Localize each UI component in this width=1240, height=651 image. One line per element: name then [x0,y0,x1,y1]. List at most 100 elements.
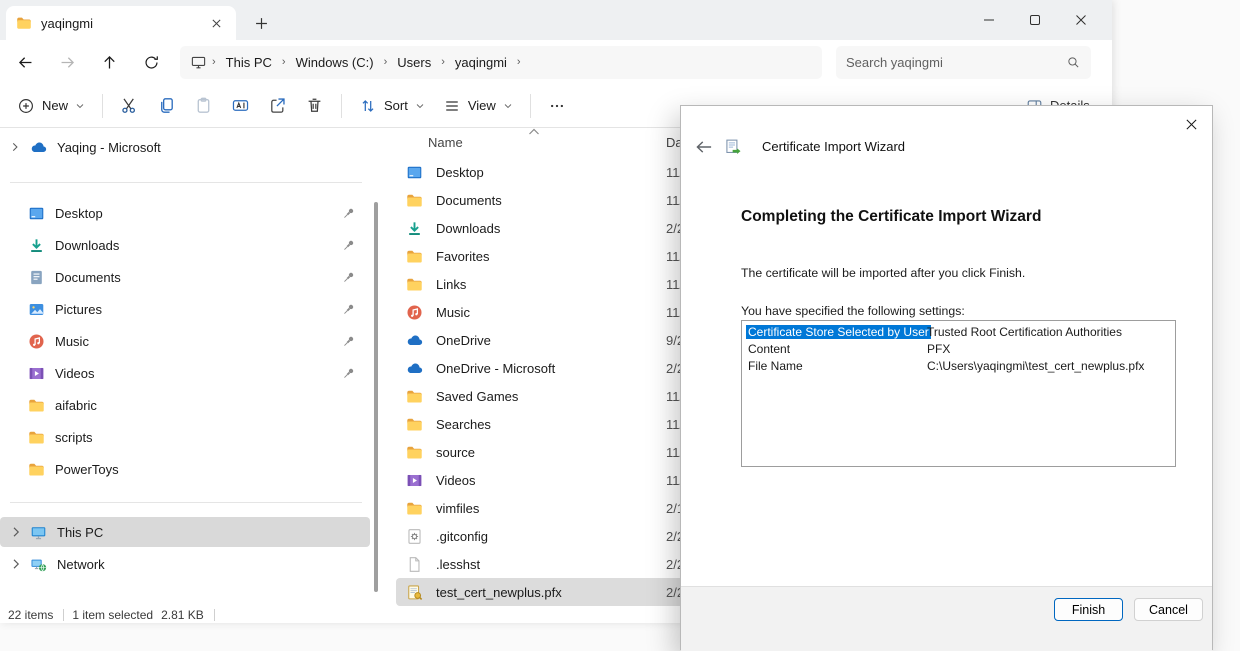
settings-key: Certificate Store Selected by User [746,324,923,341]
tab-yaqingmi[interactable]: yaqingmi [6,6,236,40]
settings-table[interactable]: Certificate Store Selected by UserTruste… [741,320,1176,467]
pin-icon [342,366,356,380]
breadcrumb-segment[interactable]: This PC [219,52,279,73]
finish-button[interactable]: Finish [1054,598,1123,621]
folder-icon [406,248,423,265]
music-icon [28,333,45,350]
pin-icon [342,302,356,316]
file-name: OneDrive [436,333,491,348]
settings-intro-text: You have specified the following setting… [741,304,965,318]
breadcrumb-segment[interactable]: Windows (C:) [289,52,381,73]
sidebar-item-network[interactable]: Network [0,549,370,579]
dialog-back-icon[interactable] [695,139,713,155]
sidebar-item-label: This PC [57,525,103,540]
new-tab-button[interactable] [248,10,274,36]
cancel-button[interactable]: Cancel [1134,598,1203,621]
downloads-icon [406,220,423,237]
sidebar-item-desktop[interactable]: Desktop [0,198,370,228]
settings-row[interactable]: File NameC:\Users\yaqingmi\test_cert_new… [742,358,1175,375]
music-icon [406,304,423,321]
rename-icon[interactable] [222,89,259,123]
sidebar-scrollbar[interactable] [374,202,378,592]
sidebar-item-label: Network [57,557,105,572]
share-icon[interactable] [259,89,296,123]
sidebar-item-scripts[interactable]: scripts [0,422,370,452]
this-pc-icon [30,524,47,541]
breadcrumb-segment[interactable]: Users [390,52,438,73]
settings-key: File Name [746,358,923,375]
column-header-name[interactable]: Name [428,135,463,150]
delete-icon[interactable] [296,89,333,123]
maximize-button[interactable] [1012,0,1058,40]
settings-value: PFX [923,341,950,358]
sort-ascending-icon [528,128,540,136]
settings-row[interactable]: Certificate Store Selected by UserTruste… [742,324,1175,341]
tab-close-icon[interactable] [206,13,226,33]
sidebar-item-powertoys[interactable]: PowerToys [0,454,370,484]
breadcrumb-segment[interactable]: yaqingmi [448,52,514,73]
sidebar-item-onedrive[interactable]: Yaqing - Microsoft [0,132,370,162]
sidebar-item-label: scripts [55,430,93,445]
this-pc-monitor-icon [190,54,207,71]
forward-icon[interactable] [50,45,84,79]
chevron-right-icon[interactable] [8,556,24,572]
file-icon [406,556,423,573]
folder-icon [406,500,423,517]
chevron-right-icon[interactable] [8,140,24,154]
new-button[interactable]: New [8,89,94,123]
cut-icon[interactable] [111,89,148,123]
details-button-fragment[interactable]: Details [1026,98,1104,105]
file-name: Searches [436,417,491,432]
settings-value: Trusted Root Certification Authorities [923,324,1122,341]
breadcrumb-chevron-icon: › [514,56,524,68]
dialog-title: Certificate Import Wizard [762,139,905,154]
file-name: source [436,445,475,460]
file-name: Links [436,277,466,292]
sidebar-item-downloads[interactable]: Downloads [0,230,370,260]
copy-icon[interactable] [148,89,185,123]
search-input[interactable] [846,55,1066,70]
sort-button[interactable]: Sort [350,89,434,123]
onedrive-icon [406,360,423,377]
sidebar-item-label: Yaqing - Microsoft [57,140,161,155]
up-icon[interactable] [92,45,126,79]
dialog-footer: Finish Cancel [681,586,1212,651]
search-icon[interactable] [1066,55,1081,70]
folder-icon [406,192,423,209]
folder-icon [406,444,423,461]
file-name: Favorites [436,249,489,264]
search-box[interactable] [836,46,1091,79]
folder-icon [406,416,423,433]
minimize-button[interactable] [966,0,1012,40]
sidebar-item-documents[interactable]: Documents [0,262,370,292]
sidebar-item-aifabric[interactable]: aifabric [0,390,370,420]
network-icon [30,556,47,573]
paste-icon[interactable] [185,89,222,123]
file-name: Desktop [436,165,484,180]
certificate-icon [406,584,423,601]
sidebar-item-videos[interactable]: Videos [0,358,370,388]
breadcrumb-chevron-icon: › [381,56,391,68]
back-icon[interactable] [8,45,42,79]
sidebar-item-pictures[interactable]: Pictures [0,294,370,324]
sidebar-item-this-pc[interactable]: This PC [0,517,370,547]
sidebar-item-label: Music [55,334,89,349]
close-button[interactable] [1058,0,1104,40]
settings-row[interactable]: ContentPFX [742,341,1175,358]
settings-value: C:\Users\yaqingmi\test_cert_newplus.pfx [923,358,1144,375]
file-name: Videos [436,473,476,488]
pin-icon [342,238,356,252]
chevron-right-icon[interactable] [8,524,24,540]
dialog-close-icon[interactable] [1176,112,1206,136]
sidebar-item-music[interactable]: Music [0,326,370,356]
view-button[interactable]: View [434,89,522,123]
more-options-icon[interactable] [539,89,575,123]
sidebar-item-label: aifabric [55,398,97,413]
breadcrumb-chevron-icon: › [279,56,289,68]
sidebar-item-label: PowerToys [55,462,119,477]
sort-label: Sort [384,98,408,113]
pictures-icon [28,301,45,318]
details-label: Details [1050,98,1090,105]
onedrive-icon [30,139,47,156]
refresh-icon[interactable] [134,45,168,79]
